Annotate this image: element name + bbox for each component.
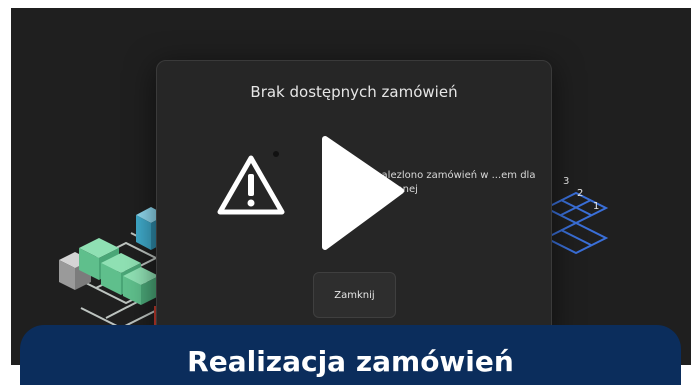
banner-title: Realizacja zamówień: [187, 345, 514, 378]
scene-number: 2: [577, 188, 584, 199]
close-button[interactable]: Zamknij: [313, 272, 396, 318]
play-icon[interactable]: [317, 133, 407, 253]
modal-dot: [273, 151, 279, 157]
modal-title: Brak dostępnych zamówień: [250, 83, 458, 101]
title-banner: Realizacja zamówień: [20, 325, 681, 385]
scene-number: 3: [563, 176, 570, 187]
warning-triangle-icon: [217, 155, 285, 215]
scene-number: 1: [593, 201, 600, 212]
video-player[interactable]: 3 2 1 Brak dostępnych zamówień ...alezlo…: [11, 8, 691, 365]
